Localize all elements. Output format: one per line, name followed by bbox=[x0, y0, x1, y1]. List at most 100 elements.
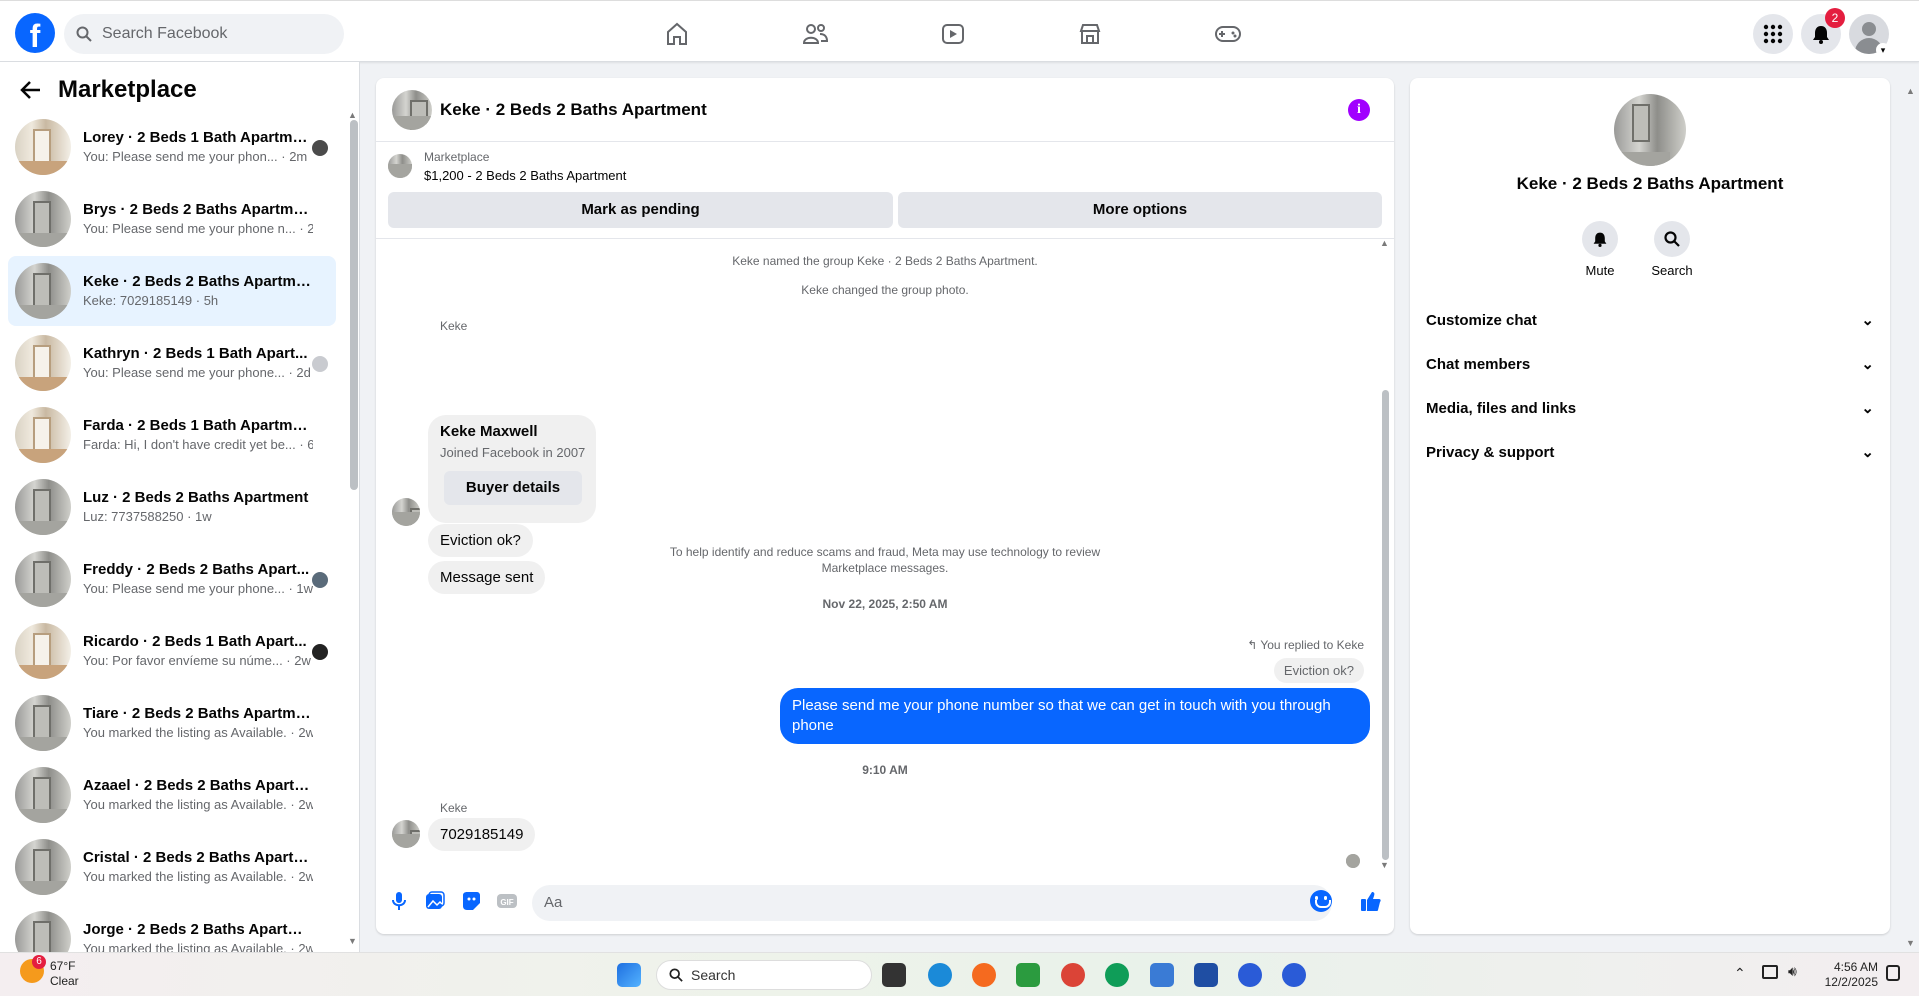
conversation-preview: You: Please send me your phon... · 2m bbox=[83, 149, 308, 164]
gif-icon[interactable]: GIF bbox=[496, 890, 518, 912]
task-view-icon[interactable] bbox=[882, 963, 906, 987]
windows-start-icon[interactable] bbox=[617, 963, 641, 987]
privacy-support-section[interactable]: Privacy & support ⌄ bbox=[1426, 432, 1882, 472]
conversation-name: Brys · 2 Beds 2 Baths Apartment bbox=[83, 201, 313, 218]
menu-grid-button[interactable] bbox=[1753, 14, 1793, 54]
conversation-item[interactable]: Luz · 2 Beds 2 Baths Apartment Luz: 77375… bbox=[8, 472, 336, 542]
search-in-chat-button[interactable]: Search bbox=[1642, 221, 1702, 278]
taskbar-search[interactable]: Search bbox=[656, 960, 872, 990]
search-icon bbox=[669, 968, 683, 982]
photo-icon[interactable] bbox=[424, 890, 446, 912]
volume-icon[interactable]: 🔊︎ bbox=[1788, 963, 1797, 980]
sender-avatar bbox=[392, 820, 420, 848]
page-scroll-up-arrow-icon[interactable]: ▲ bbox=[1906, 86, 1915, 96]
scroll-down-arrow-icon[interactable]: ▼ bbox=[1380, 860, 1389, 870]
app-icon[interactable] bbox=[1282, 963, 1306, 987]
scroll-down-arrow-icon[interactable]: ▼ bbox=[348, 936, 357, 946]
message-input[interactable]: Aa bbox=[532, 885, 1332, 921]
edge-browser-icon[interactable] bbox=[928, 963, 952, 987]
group-avatar[interactable] bbox=[1614, 94, 1686, 166]
chat-avatar[interactable] bbox=[392, 90, 432, 130]
marketplace-sidebar: Marketplace Lorey · 2 Beds 1 Bath Apartm… bbox=[0, 62, 360, 952]
home-icon[interactable] bbox=[663, 20, 691, 48]
info-icon[interactable]: i bbox=[1348, 99, 1370, 121]
sticker-icon[interactable] bbox=[460, 890, 482, 912]
weather-widget[interactable]: 6 67°F Clear bbox=[20, 955, 79, 988]
more-options-button[interactable]: More options bbox=[898, 192, 1382, 228]
gaming-icon[interactable] bbox=[1214, 20, 1242, 48]
conversation-item[interactable]: Kathryn · 2 Beds 1 Bath Apart... You: Ple… bbox=[8, 328, 336, 398]
weather-condition: Clear bbox=[50, 974, 79, 988]
safety-note: Marketplace messages. bbox=[821, 561, 949, 575]
scroll-up-arrow-icon[interactable]: ▲ bbox=[1380, 238, 1389, 248]
listing-thumbnail bbox=[15, 551, 71, 607]
conversation-item[interactable]: Freddy · 2 Beds 2 Baths Apart... You: Ple… bbox=[8, 544, 336, 614]
chevron-up-icon[interactable]: ⌃ bbox=[1734, 965, 1746, 982]
friends-icon[interactable] bbox=[801, 20, 829, 48]
bitwarden-icon[interactable] bbox=[1194, 963, 1218, 987]
message-timestamp: 9:10 AM bbox=[862, 763, 908, 777]
facebook-search-input[interactable]: Search Facebook bbox=[64, 14, 344, 54]
conversation-item[interactable]: Cristal · 2 Beds 2 Baths Apartment You ma… bbox=[8, 832, 336, 902]
chat-title[interactable]: Keke · 2 Beds 2 Baths Apartment bbox=[440, 100, 707, 120]
search-placeholder: Search Facebook bbox=[102, 25, 228, 42]
safety-note: To help identify and reduce scams and fr… bbox=[669, 545, 1101, 559]
scroll-up-arrow-icon[interactable]: ▲ bbox=[348, 110, 357, 120]
sender-name: Keke bbox=[440, 801, 468, 815]
spreadsheet-icon[interactable] bbox=[1016, 963, 1040, 987]
buyer-details-button[interactable]: Buyer details bbox=[444, 471, 582, 505]
listing-thumbnail bbox=[15, 623, 71, 679]
chrome-icon[interactable] bbox=[1061, 963, 1085, 987]
listing-thumbnail bbox=[15, 695, 71, 751]
conversation-item[interactable]: Tiare · 2 Beds 2 Baths Apartment You mark… bbox=[8, 688, 336, 758]
conversation-name: Freddy · 2 Beds 2 Baths Apart... bbox=[83, 561, 310, 578]
network-icon[interactable] bbox=[1762, 965, 1778, 979]
firefox-icon[interactable] bbox=[972, 963, 996, 987]
conversation-item[interactable]: Lorey · 2 Beds 1 Bath Apartme... You: Ple… bbox=[8, 112, 336, 182]
conversation-item-active[interactable]: Keke · 2 Beds 2 Baths Apartment Keke: 702… bbox=[8, 256, 336, 326]
snipping-tool-icon[interactable] bbox=[1150, 963, 1174, 987]
divider bbox=[376, 238, 1394, 239]
notification-center-icon[interactable] bbox=[1886, 965, 1900, 981]
chrome-profile-icon[interactable] bbox=[1105, 963, 1129, 987]
svg-text:GIF: GIF bbox=[500, 898, 513, 907]
notifications-button[interactable]: 2 bbox=[1801, 8, 1845, 54]
mark-as-pending-button[interactable]: Mark as pending bbox=[388, 192, 893, 228]
chat-header: Keke · 2 Beds 2 Baths Apartment i bbox=[376, 78, 1394, 142]
media-files-links-section[interactable]: Media, files and links ⌄ bbox=[1426, 388, 1882, 428]
system-clock[interactable]: 4:56 AM 12/2/2025 bbox=[1818, 960, 1878, 990]
back-arrow-icon[interactable] bbox=[20, 80, 42, 100]
buyer-joined: Joined Facebook in 2007 bbox=[440, 445, 586, 460]
conversation-item[interactable]: Brys · 2 Beds 2 Baths Apartment You: Plea… bbox=[8, 184, 336, 254]
conversation-name: Azaael · 2 Beds 2 Baths Apartme... bbox=[83, 777, 313, 794]
top-navigation-bar: f Search Facebook 2 ▾ bbox=[0, 0, 1919, 62]
chat-members-section[interactable]: Chat members ⌄ bbox=[1426, 344, 1882, 384]
customize-chat-section[interactable]: Customize chat ⌄ bbox=[1426, 300, 1882, 340]
conversation-item[interactable]: Farda · 2 Beds 1 Bath Apartment Farda: Hi… bbox=[8, 400, 336, 470]
clock-time: 4:56 AM bbox=[1833, 960, 1878, 974]
thumbs-up-icon[interactable] bbox=[1360, 890, 1382, 912]
conversation-preview: You marked the listing as Available. · 2… bbox=[83, 941, 313, 952]
conversation-item[interactable]: Ricardo · 2 Beds 1 Bath Apart... You: Por… bbox=[8, 616, 336, 686]
buyer-name: Keke Maxwell bbox=[440, 423, 538, 440]
chevron-down-icon[interactable]: ▾ bbox=[1876, 43, 1890, 57]
message-timestamp: Nov 22, 2025, 2:50 AM bbox=[822, 597, 948, 611]
emoji-icon[interactable] bbox=[1310, 890, 1332, 912]
notifications-badge: 2 bbox=[1825, 8, 1845, 28]
conversation-item[interactable]: Jorge · 2 Beds 2 Baths Apartment You mark… bbox=[8, 904, 336, 952]
chat-scrollbar[interactable] bbox=[1382, 390, 1389, 860]
microphone-icon[interactable] bbox=[388, 890, 410, 912]
video-icon[interactable] bbox=[939, 20, 967, 48]
mute-button[interactable]: Mute bbox=[1570, 221, 1630, 278]
page-scroll-down-arrow-icon[interactable]: ▼ bbox=[1906, 938, 1915, 948]
conversation-item[interactable]: Azaael · 2 Beds 2 Baths Apartme... You ma… bbox=[8, 760, 336, 830]
app-icon[interactable] bbox=[1238, 963, 1262, 987]
listing-thumbnail bbox=[15, 839, 71, 895]
taskbar-search-label: Search bbox=[691, 967, 736, 983]
sidebar-scrollbar[interactable] bbox=[350, 120, 358, 490]
facebook-logo-icon[interactable]: f bbox=[15, 13, 55, 53]
conversation-preview: You marked the listing as Available. · 2… bbox=[83, 869, 313, 884]
chevron-down-icon: ⌄ bbox=[1861, 356, 1874, 373]
conversation-preview: You: Por favor envíeme su núme... · 2w bbox=[83, 653, 311, 668]
marketplace-icon[interactable] bbox=[1076, 20, 1104, 48]
